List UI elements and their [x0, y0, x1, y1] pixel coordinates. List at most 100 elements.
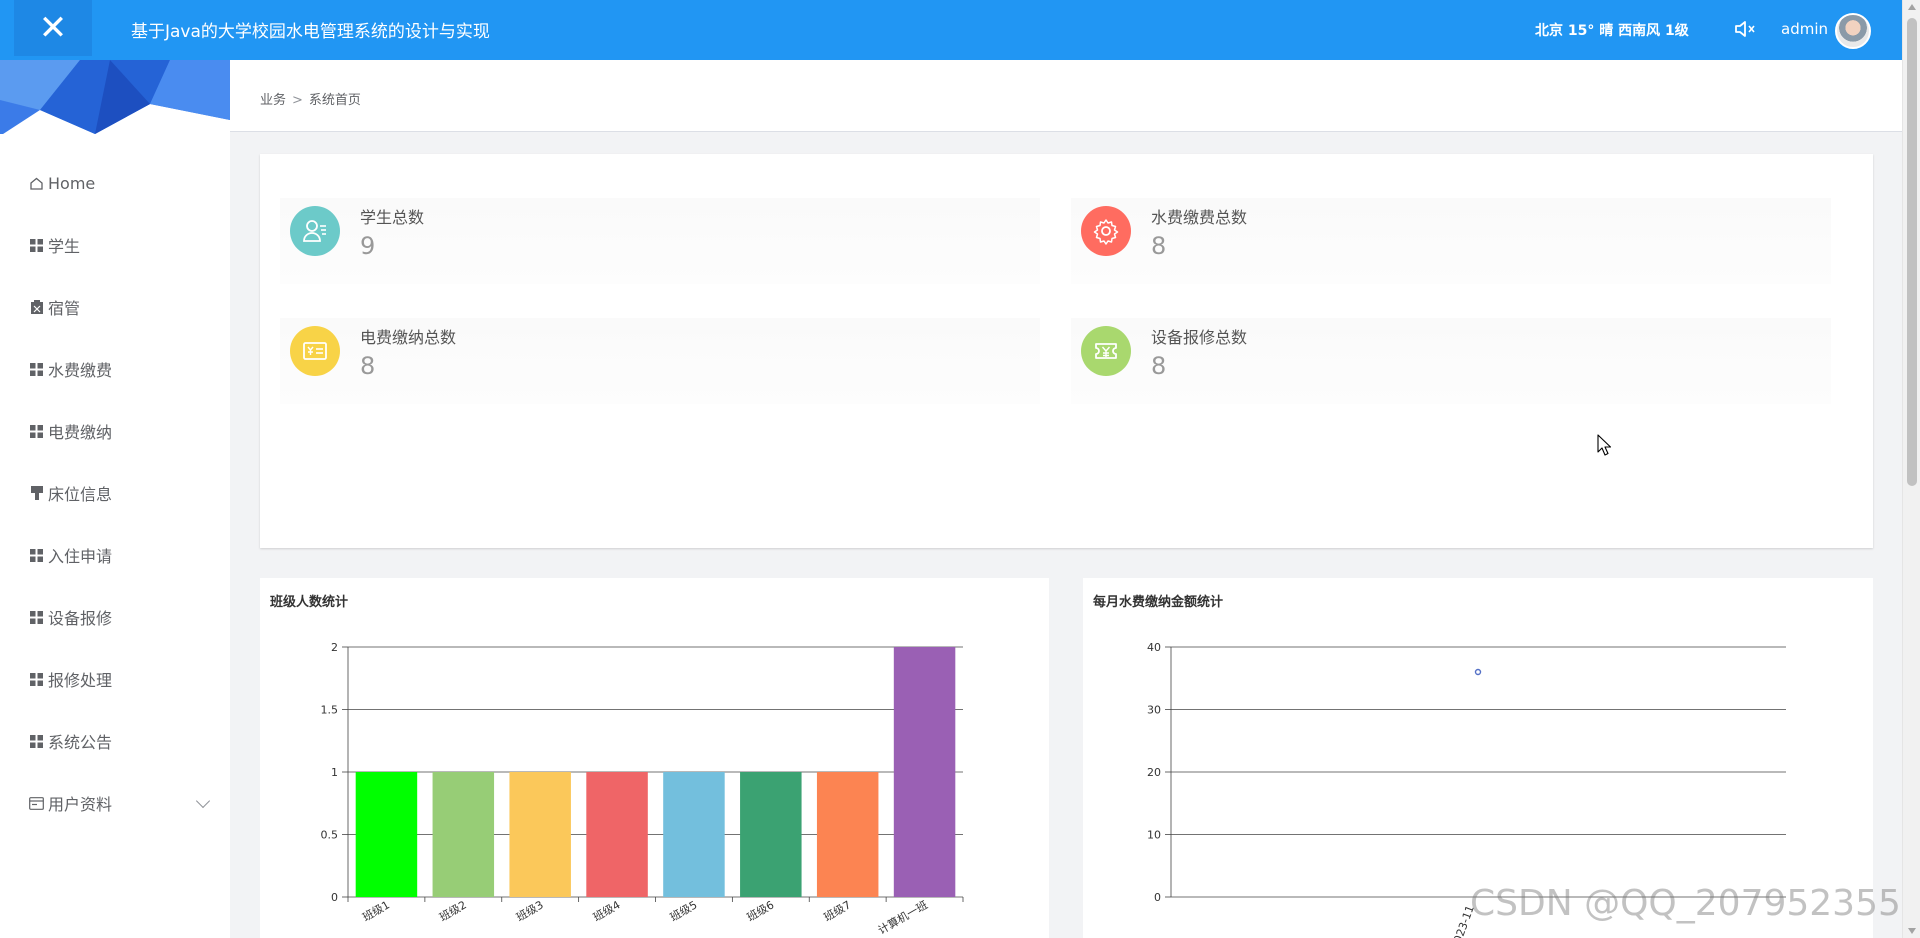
breadcrumb-separator: >	[292, 93, 303, 108]
app-title: 基于Java的大学校园水电管理系统的设计与实现	[131, 22, 490, 42]
stat-value: 8	[1151, 232, 1167, 260]
close-menu-button[interactable]: ✕	[14, 0, 92, 56]
sidebar-item-label: 入住申请	[48, 547, 113, 566]
x-tick-label: 班级4	[591, 898, 623, 924]
close-icon: ✕	[38, 8, 68, 48]
sidebar-item-label: 宿管	[48, 299, 81, 318]
sidebar-item-dorm-manager[interactable]: 宿管	[0, 276, 230, 338]
sidebar-item-equipment-repair[interactable]: 设备报修	[0, 586, 230, 648]
sidebar-item-label: 电费缴纳	[48, 423, 113, 442]
sidebar-item-electric-fee[interactable]: 电费缴纳	[0, 400, 230, 462]
y-tick-label: 30	[1147, 704, 1161, 717]
y-tick-label: 20	[1147, 766, 1161, 779]
sidebar-item-system-notice[interactable]: 系统公告	[0, 710, 230, 772]
sidebar-item-user-profile[interactable]: 用户资料	[0, 772, 230, 834]
sidebar-item-label: 用户资料	[48, 795, 113, 814]
invoice-icon	[290, 326, 340, 376]
gear-icon	[1081, 206, 1131, 256]
bar	[355, 772, 418, 897]
sidebar-nav: Home 学生 宿管 水费缴费 电费缴纳 床位信息 入住申请 设备报修 报修处理…	[0, 152, 230, 834]
sidebar-item-label: 学生	[48, 237, 81, 256]
stat-label: 学生总数	[360, 208, 425, 227]
x-tick-label: 班级1	[360, 898, 392, 924]
mute-speaker-icon[interactable]	[1733, 17, 1757, 41]
y-tick-label: 0.5	[321, 829, 339, 842]
bar	[893, 647, 956, 897]
vertical-scrollbar[interactable]	[1902, 0, 1920, 938]
x-tick-label: 班级3	[514, 898, 546, 924]
student-icon	[290, 206, 340, 256]
stat-value: 9	[360, 232, 376, 260]
y-tick-label: 2	[331, 641, 338, 654]
grid-icon	[29, 610, 44, 625]
top-header: ✕ 基于Java的大学校园水电管理系统的设计与实现 北京 15° 晴 西南风 1…	[0, 0, 1902, 60]
x-tick-label: 班级6	[745, 898, 777, 924]
y-tick-label: 1	[331, 766, 338, 779]
sidebar-item-student[interactable]: 学生	[0, 214, 230, 276]
grid-icon	[29, 548, 44, 563]
x-tick-label: 班级2	[437, 898, 469, 924]
scatter-point	[1474, 668, 1482, 676]
bar	[509, 772, 571, 897]
scroll-up-icon[interactable]	[1908, 4, 1916, 10]
breadcrumb: 业务 > 系统首页	[260, 89, 361, 108]
sidebar-banner	[0, 60, 230, 136]
sidebar-item-bed-info[interactable]: 床位信息	[0, 462, 230, 524]
bar	[816, 772, 879, 897]
x-tick-label: 班级5	[668, 898, 700, 924]
sidebar: Home 学生 宿管 水费缴费 电费缴纳 床位信息 入住申请 设备报修 报修处理…	[0, 60, 230, 938]
watermark: CSDN @QQ_2079523559	[1470, 883, 1920, 924]
card-icon	[29, 796, 44, 811]
home-icon	[29, 176, 44, 191]
bar	[586, 772, 648, 897]
scroll-down-icon[interactable]	[1908, 928, 1916, 934]
sidebar-item-repair-handling[interactable]: 报修处理	[0, 648, 230, 710]
stat-equipment-repair-total: 设备报修总数 8	[1071, 318, 1831, 404]
sidebar-item-home[interactable]: Home	[0, 152, 230, 214]
brush-icon	[29, 486, 44, 501]
y-tick-label: 40	[1147, 641, 1161, 654]
sidebar-item-water-fee[interactable]: 水费缴费	[0, 338, 230, 400]
grid-icon	[29, 672, 44, 687]
sidebar-item-label: 水费缴费	[48, 361, 113, 380]
stat-electric-fee-total: 电费缴纳总数 8	[280, 318, 1040, 404]
sidebar-item-label: Home	[48, 173, 96, 193]
breadcrumb-bar: 业务 > 系统首页	[230, 60, 1902, 132]
scrollbar-thumb[interactable]	[1907, 18, 1917, 486]
ticket-icon	[1081, 326, 1131, 376]
x-tick-label: 计算机一班	[875, 897, 930, 937]
class-headcount-chart-card: 班级人数统计 0 0.5 1 1.5 2 班级1 班级2 班级3 班级4 班级5 班级6 班级7 计算机…	[260, 578, 1049, 938]
stat-value: 8	[360, 352, 376, 380]
clipboard-icon	[29, 300, 44, 315]
y-tick-label: 0	[1154, 891, 1161, 904]
avatar[interactable]	[1835, 13, 1871, 49]
weather-info: 北京 15° 晴 西南风 1级	[1535, 23, 1689, 39]
bar	[663, 772, 725, 897]
bar	[740, 772, 802, 897]
username[interactable]: admin	[1781, 20, 1828, 38]
y-tick-label: 1.5	[321, 704, 339, 717]
sidebar-item-label: 系统公告	[48, 733, 113, 752]
chevron-down-icon	[195, 793, 211, 809]
class-headcount-bar-chart: 0 0.5 1 1.5 2 班级1 班级2 班级3 班级4 班级5 班级6 班级7 计算机一班	[321, 641, 964, 937]
breadcrumb-current: 系统首页	[308, 93, 361, 108]
stat-label: 电费缴纳总数	[360, 328, 457, 347]
stat-student-total: 学生总数 9	[280, 198, 1040, 284]
sidebar-item-checkin-application[interactable]: 入住申请	[0, 524, 230, 586]
y-tick-label: 10	[1147, 829, 1161, 842]
stat-value: 8	[1151, 352, 1167, 380]
sidebar-item-label: 设备报修	[48, 609, 113, 628]
sidebar-item-label: 报修处理	[48, 671, 113, 690]
stat-label: 水费缴费总数	[1151, 208, 1248, 227]
grid-icon	[29, 734, 44, 749]
grid-icon	[29, 238, 44, 253]
mouse-cursor-icon	[1597, 434, 1611, 456]
grid-icon	[29, 362, 44, 377]
sidebar-item-label: 床位信息	[48, 485, 113, 504]
y-tick-label: 0	[331, 891, 338, 904]
grid-icon	[29, 424, 44, 439]
bar	[432, 772, 495, 897]
stat-water-fee-total: 水费缴费总数 8	[1071, 198, 1831, 284]
stats-card: 学生总数 9 水费缴费总数 8 电费缴纳总数 8 设备报修总数 8	[260, 154, 1873, 548]
breadcrumb-parent[interactable]: 业务	[260, 93, 286, 108]
